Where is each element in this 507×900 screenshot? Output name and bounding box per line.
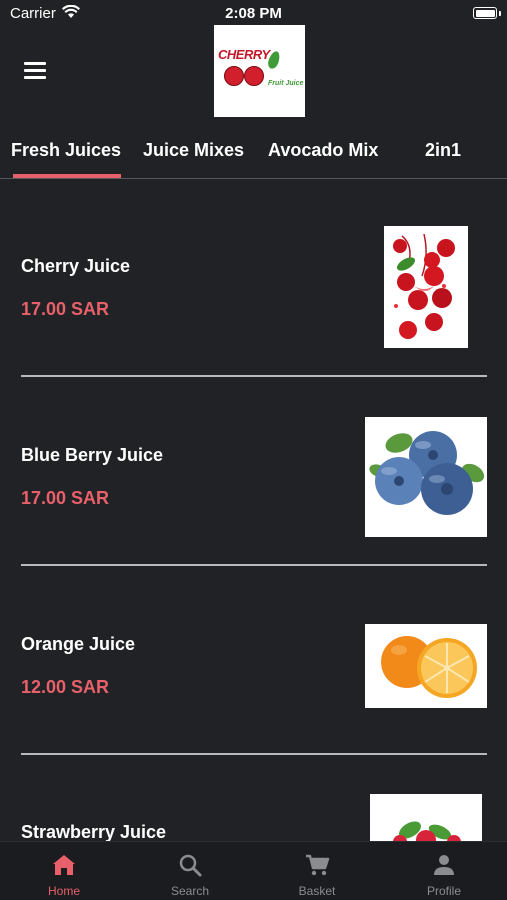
battery-tip [499,11,501,16]
cherry-icon [244,66,264,86]
nav-label: Search [170,884,210,898]
product-name: Blue Berry Juice [21,445,164,465]
person-icon [434,855,454,875]
product-item-blue-berry-juice[interactable]: Blue Berry Juice 17.00 SAR [0,412,507,542]
product-name: Cherry Juice [21,256,131,276]
logo-subtitle: Fruit Juice [268,80,304,87]
brand-logo: CHERRY Fruit Juice [214,25,305,117]
list-divider [21,753,487,755]
strawberries-image [370,794,482,842]
product-item-orange-juice[interactable]: Orange Juice 12.00 SAR [0,602,507,732]
tab-fresh-juices[interactable]: Fresh Juices [11,140,121,161]
category-tabs: Fresh Juices Juice Mixes Avocado Mix 2in… [0,132,507,178]
app-screen: Carrier 2:08 PM CHERRY Fruit Juice Fresh… [0,0,507,900]
product-name: Strawberry Juice [21,822,167,842]
bottom-navigation-bar: Home Search Basket Profile [0,841,507,900]
product-item-cherry-juice[interactable]: Cherry Juice 17.00 SAR [0,222,507,352]
nav-search[interactable]: Search [127,842,253,900]
nav-label: Profile [426,884,461,898]
tab-juice-mixes[interactable]: Juice Mixes [143,140,244,161]
battery-icon [473,7,497,19]
product-name: Orange Juice [21,634,136,654]
hamburger-menu-icon[interactable] [24,62,46,80]
tab-2in1[interactable]: 2in1 [425,140,461,161]
status-bar: Carrier 2:08 PM [0,0,507,28]
nav-label: Basket [298,884,336,898]
product-item-strawberry-juice[interactable]: Strawberry Juice [0,792,507,842]
nav-home[interactable]: Home [1,842,127,900]
cherries-image [384,226,468,348]
nav-basket[interactable]: Basket [254,842,380,900]
tab-avocado-mix[interactable]: Avocado Mix [268,140,378,161]
search-icon [179,854,202,877]
clock: 2:08 PM [225,5,282,22]
list-divider [21,375,487,377]
nav-label: Home [47,884,80,898]
cherry-icon [224,66,244,86]
nav-profile[interactable]: Profile [381,842,507,900]
tabs-divider [0,178,507,179]
oranges-image [365,624,487,708]
list-divider [21,564,487,566]
home-icon [53,855,75,875]
product-price: 17.00 SAR [21,299,110,319]
cart-icon [306,854,330,876]
blueberries-image [365,417,487,537]
logo-word: CHERRY [218,47,270,62]
product-price: 17.00 SAR [21,488,110,508]
product-price: 12.00 SAR [21,677,110,697]
